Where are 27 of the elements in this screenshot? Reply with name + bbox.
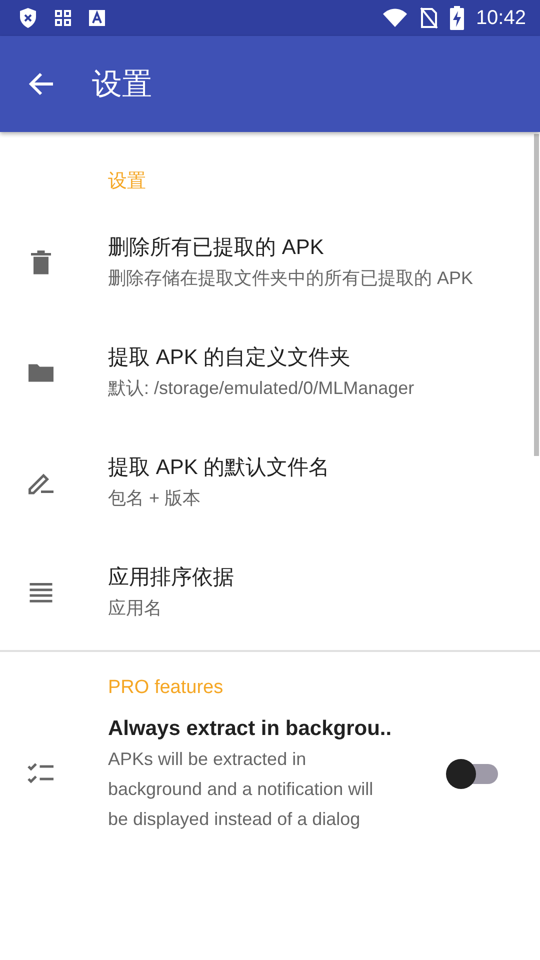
grid-icon — [54, 9, 72, 27]
item-title: 应用排序依据 — [108, 565, 235, 591]
section-header: 设置 — [107, 170, 147, 194]
settings-item[interactable]: 提取 APK 的自定义文件夹 默认: /storage/emulated/0/MLManager — [0, 318, 540, 428]
toggle-switch[interactable] — [446, 759, 498, 789]
shield-icon — [18, 7, 38, 29]
wifi-icon — [382, 8, 408, 28]
settings-item[interactable]: 提取 APK 的默认文件名 包名 + 版本 — [0, 428, 540, 538]
item-description: APKs will be extracted in background and a notification will be displayed instead of a dialog — [108, 748, 374, 831]
item-title: 删除所有已提取的 APK — [108, 235, 325, 261]
item-description: 应用名 — [108, 597, 163, 620]
item-title: 提取 APK 的自定义文件夹 — [108, 345, 352, 371]
screen-title: 设置 — [92, 66, 152, 102]
item-description: 删除存储在提取文件夹中的所有已提取的 APK — [108, 267, 474, 290]
battery-charging-icon — [450, 6, 464, 30]
app-icon — [88, 9, 106, 27]
item-title: Always extract in backgrou.. — [108, 716, 393, 742]
settings-item[interactable]: 应用排序依据 应用名 — [0, 538, 540, 648]
settings-item[interactable]: Always extract in backgrou.. APKs will be extracted in background and a notification will be displayed instead of a dialog — [0, 714, 540, 834]
no-sim-icon — [420, 7, 438, 29]
clock-text: 10:42 — [476, 6, 526, 30]
settings-item[interactable]: 删除所有已提取的 APK 删除存储在提取文件夹中的所有已提取的 APK — [0, 208, 540, 318]
back-arrow-icon[interactable] — [29, 72, 55, 96]
item-description: 默认: /storage/emulated/0/MLManager — [108, 377, 416, 400]
item-title: 提取 APK 的默认文件名 — [108, 455, 331, 481]
item-description: 包名 + 版本 — [108, 487, 202, 510]
section-header: PRO features — [107, 676, 224, 700]
